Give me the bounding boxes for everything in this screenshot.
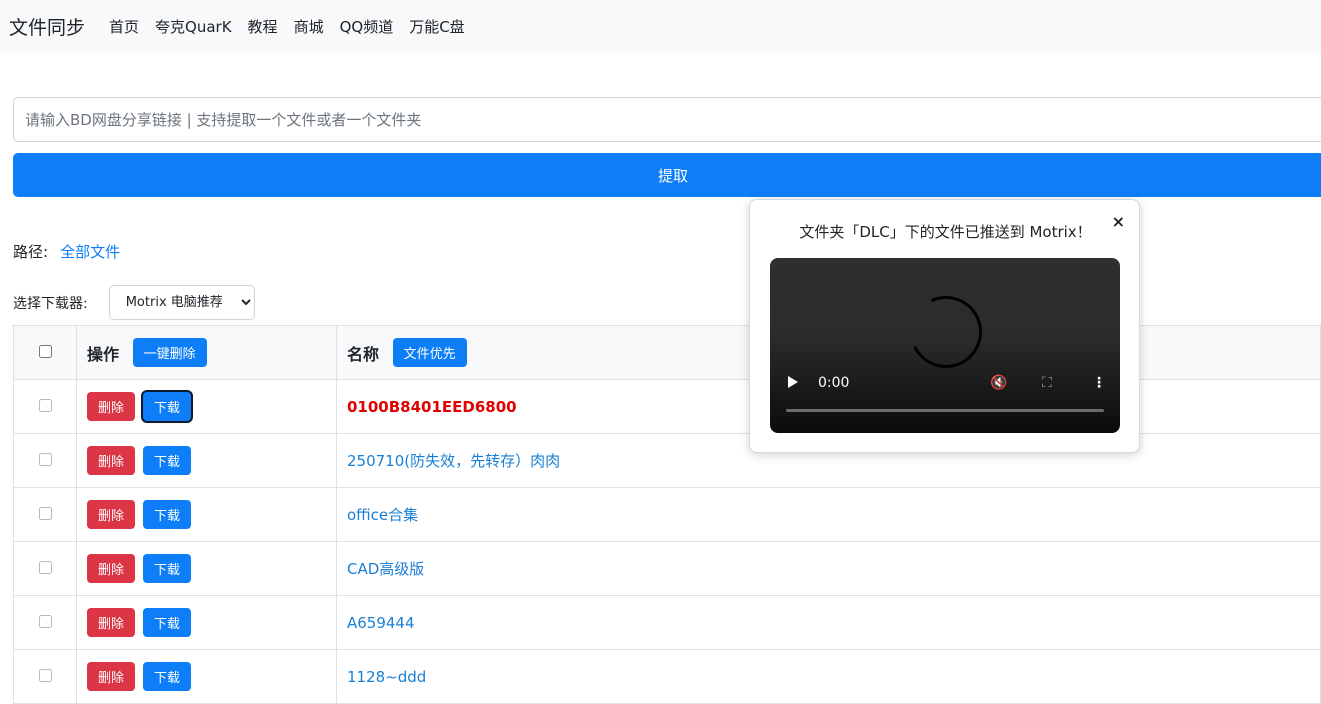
loading-spinner-icon xyxy=(899,285,993,379)
header-select-cell xyxy=(13,325,77,380)
downloader-select[interactable]: Motrix 电脑推荐 xyxy=(108,285,255,320)
brand-title[interactable]: 文件同步 xyxy=(9,13,85,40)
file-name-link[interactable]: 1128~ddd xyxy=(347,668,426,686)
download-button[interactable]: 下载 xyxy=(143,446,192,475)
nav-link-qq-channel[interactable]: QQ频道 xyxy=(340,16,394,37)
download-button[interactable]: 下载 xyxy=(143,392,192,421)
bulk-delete-button[interactable]: 一键删除 xyxy=(132,338,207,367)
push-notification-popup: 文件夹「DLC」下的文件已推送到 Motrix！ × 0:00 🔇 ⛶ ⋮ xyxy=(749,199,1140,453)
row-name-cell: CAD高级版 xyxy=(336,541,1321,596)
nav-link-tutorial[interactable]: 教程 xyxy=(248,16,278,37)
file-name-link[interactable]: 0100B8401EED6800 xyxy=(347,398,517,416)
path-link-all-files[interactable]: 全部文件 xyxy=(60,241,120,262)
path-label: 路径: xyxy=(13,243,49,261)
row-select-cell xyxy=(13,595,77,650)
file-name-link[interactable]: office合集 xyxy=(347,506,418,524)
download-button[interactable]: 下载 xyxy=(143,662,192,691)
delete-button[interactable]: 删除 xyxy=(87,608,136,637)
row-action-cell: 删除 下载 xyxy=(76,379,337,434)
row-checkbox[interactable] xyxy=(38,561,52,574)
file-name-link[interactable]: 250710(防失效，先转存）肉肉 xyxy=(347,452,560,470)
file-name-link[interactable]: CAD高级版 xyxy=(347,560,424,578)
delete-button[interactable]: 删除 xyxy=(87,500,136,529)
nav-link-home[interactable]: 首页 xyxy=(109,16,139,37)
row-action-cell: 删除 下载 xyxy=(76,649,337,704)
row-name-cell: A659444 xyxy=(336,595,1321,650)
nav-link-shop[interactable]: 商城 xyxy=(294,16,324,37)
row-checkbox[interactable] xyxy=(38,507,52,520)
share-link-input[interactable] xyxy=(13,97,1321,142)
name-header: 名称 xyxy=(347,344,380,364)
delete-button[interactable]: 删除 xyxy=(87,446,136,475)
popup-message: 文件夹「DLC」下的文件已推送到 Motrix！ xyxy=(799,223,1092,241)
row-name-cell: 1128~ddd xyxy=(336,649,1321,704)
header-operation-cell: 操作 一键删除 xyxy=(76,325,337,380)
delete-button[interactable]: 删除 xyxy=(87,662,136,691)
table-row: 删除 下载 1128~ddd xyxy=(13,649,1321,704)
download-button[interactable]: 下载 xyxy=(143,608,192,637)
row-select-cell xyxy=(13,541,77,596)
row-action-cell: 删除 下载 xyxy=(76,541,337,596)
path-breadcrumb: 路径: 全部文件 xyxy=(13,241,120,262)
download-button[interactable]: 下载 xyxy=(143,554,192,583)
row-action-cell: 删除 下载 xyxy=(76,433,337,488)
nav-link-c-drive[interactable]: 万能C盘 xyxy=(409,16,464,37)
table-row: 删除 下载 A659444 xyxy=(13,595,1321,650)
table-row: 删除 下载 office合集 xyxy=(13,487,1321,542)
muted-icon[interactable]: 🔇 xyxy=(990,375,1007,391)
row-action-cell: 删除 下载 xyxy=(76,595,337,650)
row-select-cell xyxy=(13,487,77,542)
more-options-icon[interactable]: ⋮ xyxy=(1092,375,1106,391)
row-checkbox[interactable] xyxy=(38,399,52,412)
navbar: 文件同步 首页 夸克QuarK 教程 商城 QQ频道 万能C盘 xyxy=(0,0,1321,53)
video-time: 0:00 xyxy=(818,375,850,391)
row-checkbox[interactable] xyxy=(38,669,52,682)
nav-link-quark[interactable]: 夸克QuarK xyxy=(155,16,232,37)
downloader-row: 选择下载器: Motrix 电脑推荐 xyxy=(13,285,255,320)
fullscreen-icon[interactable]: ⛶ xyxy=(1042,375,1052,391)
row-name-cell: office合集 xyxy=(336,487,1321,542)
row-select-cell xyxy=(13,379,77,434)
operation-header: 操作 xyxy=(87,344,120,364)
play-icon[interactable] xyxy=(788,376,798,388)
video-progress-bar[interactable] xyxy=(786,409,1104,412)
select-all-checkbox[interactable] xyxy=(38,345,52,358)
row-action-cell: 删除 下载 xyxy=(76,487,337,542)
row-checkbox[interactable] xyxy=(38,453,52,466)
row-select-cell xyxy=(13,649,77,704)
close-icon[interactable]: × xyxy=(1112,212,1125,231)
delete-button[interactable]: 删除 xyxy=(87,554,136,583)
download-button[interactable]: 下载 xyxy=(143,500,192,529)
table-row: 删除 下载 CAD高级版 xyxy=(13,541,1321,596)
downloader-label: 选择下载器: xyxy=(13,295,88,312)
file-name-link[interactable]: A659444 xyxy=(347,614,415,632)
extract-button[interactable]: 提取 xyxy=(13,153,1321,197)
row-checkbox[interactable] xyxy=(38,615,52,628)
row-select-cell xyxy=(13,433,77,488)
folder-first-button[interactable]: 文件优先 xyxy=(392,338,467,367)
delete-button[interactable]: 删除 xyxy=(87,392,136,421)
video-player[interactable]: 0:00 🔇 ⛶ ⋮ xyxy=(770,258,1120,433)
